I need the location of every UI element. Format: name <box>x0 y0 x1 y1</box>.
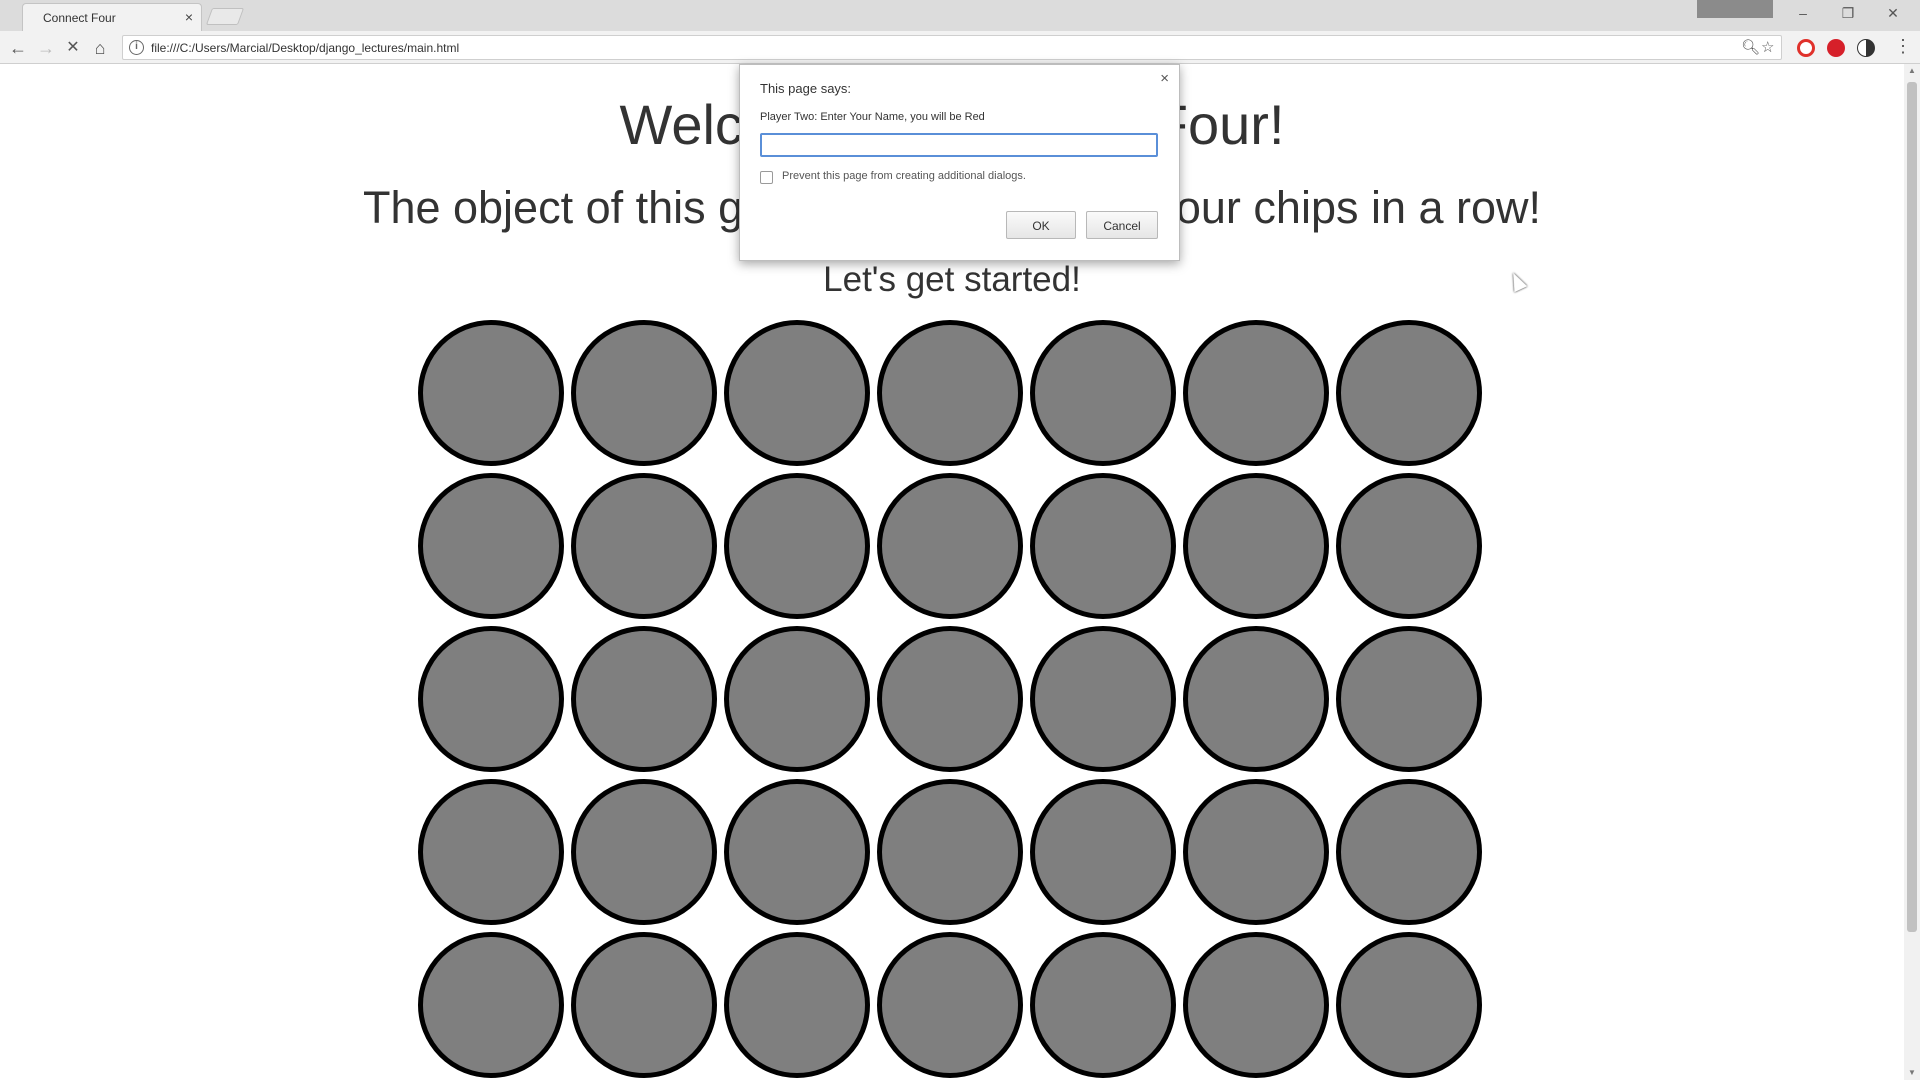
restore-button[interactable]: ❐ <box>1828 2 1868 24</box>
window-close-button[interactable]: ✕ <box>1873 2 1913 24</box>
url-text[interactable]: file:///C:/Users/Marcial/Desktop/django_… <box>151 41 459 55</box>
tab-close-icon[interactable]: × <box>185 9 193 25</box>
dialog-close-icon[interactable]: × <box>1160 70 1169 87</box>
dark-mode-extension-icon[interactable] <box>1857 39 1875 57</box>
cancel-button[interactable]: Cancel <box>1086 211 1158 239</box>
board-cell[interactable] <box>877 779 1023 925</box>
board-cell[interactable] <box>1336 320 1482 466</box>
scroll-thumb[interactable] <box>1907 82 1917 932</box>
board-cell[interactable] <box>724 779 870 925</box>
bookmark-star-icon[interactable]: ☆ <box>1761 38 1774 56</box>
board-cell[interactable] <box>877 932 1023 1078</box>
board-cell[interactable] <box>418 932 564 1078</box>
browser-titlebar: Connect Four × – ❐ ✕ <box>0 0 1920 31</box>
board-cell[interactable] <box>571 473 717 619</box>
back-icon[interactable]: ← <box>6 36 30 60</box>
board-cell[interactable] <box>724 626 870 772</box>
dialog-message: Player Two: Enter Your Name, you will be… <box>760 111 985 123</box>
board-cell[interactable] <box>877 473 1023 619</box>
board-cell[interactable] <box>1183 932 1329 1078</box>
prompt-dialog: × This page says: Player Two: Enter Your… <box>739 64 1180 261</box>
board-cell[interactable] <box>1030 320 1176 466</box>
board-cell[interactable] <box>1030 473 1176 619</box>
board-cell[interactable] <box>418 320 564 466</box>
board-cell[interactable] <box>1336 932 1482 1078</box>
stop-loading-icon[interactable]: ✕ <box>61 36 85 60</box>
board-cell[interactable] <box>571 779 717 925</box>
board-cell[interactable] <box>1030 626 1176 772</box>
board-cell[interactable] <box>418 779 564 925</box>
board-cell[interactable] <box>571 932 717 1078</box>
board-cell[interactable] <box>1183 626 1329 772</box>
board-cell[interactable] <box>1030 779 1176 925</box>
game-board <box>418 320 1488 1078</box>
dialog-title: This page says: <box>760 81 852 96</box>
start-prompt: Let's get started! <box>823 260 1081 299</box>
browser-tab[interactable]: Connect Four × <box>22 3 202 31</box>
address-bar[interactable]: i file:///C:/Users/Marcial/Desktop/djang… <box>122 35 1782 60</box>
profile-badge[interactable] <box>1697 0 1773 18</box>
board-cell[interactable] <box>724 932 870 1078</box>
board-cell[interactable] <box>418 626 564 772</box>
new-tab-button[interactable] <box>205 8 245 25</box>
board-cell[interactable] <box>724 320 870 466</box>
page-scrollbar[interactable]: ▲ ▼ <box>1904 64 1920 1080</box>
board-cell[interactable] <box>1336 626 1482 772</box>
adblock-extension-icon[interactable] <box>1827 39 1845 57</box>
board-cell[interactable] <box>1183 779 1329 925</box>
board-cell[interactable] <box>418 473 564 619</box>
tab-title: Connect Four <box>43 11 116 25</box>
forward-icon[interactable]: → <box>34 36 58 60</box>
board-cell[interactable] <box>571 320 717 466</box>
player-name-input[interactable] <box>760 133 1158 157</box>
browser-toolbar: ← → ✕ ⌂ i file:///C:/Users/Marcial/Deskt… <box>0 31 1920 64</box>
board-cell[interactable] <box>877 626 1023 772</box>
board-cell[interactable] <box>1183 320 1329 466</box>
browser-menu-icon[interactable]: ⋮ <box>1894 36 1912 57</box>
board-cell[interactable] <box>571 626 717 772</box>
scroll-down-icon[interactable]: ▼ <box>1904 1066 1920 1080</box>
home-icon[interactable]: ⌂ <box>88 36 112 60</box>
board-cell[interactable] <box>1336 473 1482 619</box>
opera-extension-icon[interactable] <box>1797 39 1815 57</box>
ok-button[interactable]: OK <box>1006 211 1076 239</box>
info-icon[interactable]: i <box>129 40 144 55</box>
prevent-dialogs-label[interactable]: Prevent this page from creating addition… <box>782 170 1026 182</box>
board-cell[interactable] <box>877 320 1023 466</box>
zoom-icon[interactable]: 🔍︎ <box>1741 38 1760 56</box>
board-cell[interactable] <box>1183 473 1329 619</box>
minimize-button[interactable]: – <box>1783 2 1823 24</box>
prevent-dialogs-checkbox[interactable] <box>760 171 773 184</box>
board-cell[interactable] <box>1030 932 1176 1078</box>
board-cell[interactable] <box>724 473 870 619</box>
board-cell[interactable] <box>1336 779 1482 925</box>
scroll-up-icon[interactable]: ▲ <box>1904 64 1920 78</box>
